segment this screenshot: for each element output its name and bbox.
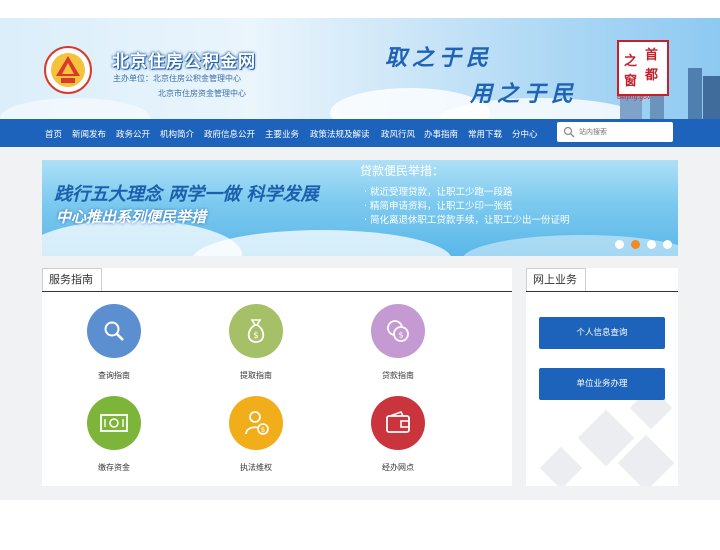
service-label: 提取指南: [240, 371, 272, 380]
coins-icon: $: [387, 320, 409, 342]
magnifier-icon: [104, 321, 124, 341]
nav-item-info-disclosure[interactable]: 政府信息公开: [204, 128, 255, 140]
service-label: 贷款指南: [382, 371, 414, 380]
seal-char: 都: [645, 68, 659, 83]
person-icon: $: [245, 411, 269, 435]
carousel-dot[interactable]: [647, 240, 656, 249]
nav-item-business[interactable]: 主要业务: [265, 128, 299, 140]
housing-fund-logo: [44, 46, 92, 94]
nav-item-branches[interactable]: 分中心: [512, 128, 538, 140]
banner-measures-title: 贷款便民举措：: [360, 164, 445, 178]
service-deposit-funds[interactable]: 缴存资金: [64, 396, 164, 473]
site-title[interactable]: 北京住房公积金网: [112, 47, 256, 72]
seal-char: 之: [624, 54, 638, 69]
nav-item-policy[interactable]: 政策法规及解读: [310, 128, 370, 140]
cloud-decoration: [192, 230, 452, 256]
money-bag-icon: $: [247, 319, 265, 343]
service-query-guide[interactable]: 查询指南: [64, 304, 164, 381]
service-icon-circle: [87, 304, 141, 358]
seal-char: 窗: [624, 74, 638, 89]
service-icon-circle: $: [229, 396, 283, 450]
svg-text:$: $: [261, 426, 265, 434]
banknote-icon: [100, 414, 128, 432]
nav-item-news[interactable]: 新闻发布: [72, 128, 106, 140]
nav-item-conduct[interactable]: 政风行风: [381, 128, 415, 140]
banner-bullet: · 就近受理贷款，让职工少跑一段路: [364, 187, 513, 198]
service-guide-title: 服务指南: [42, 268, 102, 291]
panel-divider: [42, 291, 512, 292]
city-building: [703, 76, 720, 119]
seal-char: 首: [645, 48, 659, 63]
site-search: [557, 122, 673, 142]
service-icon-circle: $: [229, 304, 283, 358]
nav-item-guide[interactable]: 办事指南: [424, 128, 458, 140]
carousel-dot[interactable]: [663, 240, 672, 249]
service-label: 查询指南: [98, 371, 130, 380]
service-loan-guide[interactable]: $ 贷款指南: [348, 304, 448, 381]
banner-bullet: · 精简申请资料，让职工少印一张纸: [364, 201, 513, 212]
svg-text:$: $: [253, 331, 259, 341]
service-law-enforcement[interactable]: $ 执法维权: [206, 396, 306, 473]
service-icon-circle: [87, 396, 141, 450]
service-icon-circle: $: [371, 304, 425, 358]
panel-divider: [526, 291, 678, 292]
nav-item-home[interactable]: 首页: [45, 128, 62, 140]
seal-caption: Beijing.gov: [617, 94, 651, 101]
service-label: 执法维权: [240, 463, 272, 472]
service-label: 缴存资金: [98, 463, 130, 472]
nav-item-downloads[interactable]: 常用下载: [468, 128, 502, 140]
search-icon[interactable]: [563, 126, 575, 138]
slogan-bottom: 用之于民: [470, 81, 579, 107]
cloud-decoration: [462, 235, 678, 256]
service-branch-offices[interactable]: 经办网点: [348, 396, 448, 473]
promo-banner[interactable]: 践行五大理念 两学一做 科学发展 中心推出系列便民举措 贷款便民举措： · 就近…: [42, 160, 678, 256]
banner-bullet: · 简化离退休职工贷款手续，让职工少出一份证明: [364, 215, 570, 226]
service-guide-panel: 服务指南 查询指南 $ 提取指南 $ 贷款指南 缴存资金 $ 执法维权 经办网点: [42, 268, 512, 486]
online-business-title: 网上业务: [526, 268, 586, 291]
carousel-dot-active[interactable]: [631, 240, 640, 249]
host-organization-1: 主办单位：北京住房公积金管理中心: [113, 74, 241, 83]
wallet-icon: [386, 411, 410, 433]
site-header: 北京住房公积金网 主办单位：北京住房公积金管理中心 北京市住房资金管理中心 取之…: [0, 18, 720, 119]
personal-info-query-button[interactable]: 个人信息查询: [539, 317, 665, 349]
banner-headline: 践行五大理念 两学一做 科学发展: [54, 184, 319, 205]
service-icon-circle: [371, 396, 425, 450]
employer-business-button[interactable]: 单位业务办理: [539, 368, 665, 400]
city-building: [688, 68, 702, 119]
host-organization-2: 北京市住房资金管理中心: [158, 89, 246, 98]
banner-subheadline: 中心推出系列便民举措: [56, 208, 207, 226]
capital-window-seal[interactable]: 首 都 之 窗: [617, 40, 669, 96]
slogan-top: 取之于民: [385, 45, 494, 71]
service-withdrawal-guide[interactable]: $ 提取指南: [206, 304, 306, 381]
carousel-dot[interactable]: [615, 240, 624, 249]
background-decoration: [539, 446, 583, 486]
svg-text:$: $: [398, 331, 403, 340]
cloud-decoration: [0, 98, 150, 119]
search-input[interactable]: [579, 125, 667, 139]
nav-item-about[interactable]: 机构简介: [160, 128, 194, 140]
service-label: 经办网点: [382, 463, 414, 472]
nav-item-affairs[interactable]: 政务公开: [116, 128, 150, 140]
